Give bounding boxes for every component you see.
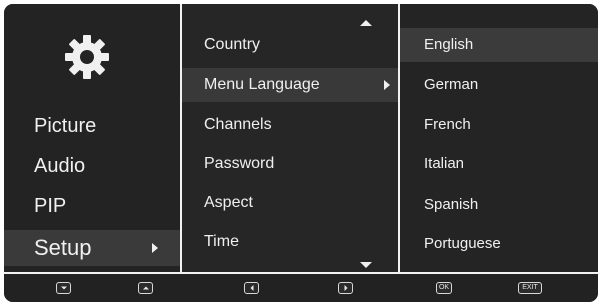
scroll-up-icon[interactable]	[360, 20, 372, 26]
main-menu-item-pip[interactable]: PIP	[4, 189, 180, 223]
setup-item-aspect[interactable]: Aspect	[182, 186, 398, 220]
setup-item-password[interactable]: Password	[182, 147, 398, 181]
setup-item-label: Channels	[204, 116, 272, 133]
language-option-french[interactable]: French	[400, 108, 598, 142]
language-option-italian[interactable]: Italian	[400, 147, 598, 181]
scroll-down-icon[interactable]	[360, 262, 372, 268]
main-menu-item-audio[interactable]: Audio	[4, 149, 180, 183]
main-menu-item-label: PIP	[34, 195, 67, 217]
setup-item-channels[interactable]: Channels	[182, 108, 398, 142]
main-menu-column: Picture Audio PIP Setup	[4, 4, 180, 272]
setup-item-menu-language[interactable]: Menu Language	[182, 68, 398, 102]
setup-item-label: Menu Language	[204, 76, 320, 93]
ok-button-label: OK	[438, 284, 450, 291]
language-menu-column: English German French Italian Spanish Po…	[400, 4, 598, 272]
language-option-portuguese[interactable]: Portuguese	[400, 227, 598, 261]
down-button-icon	[56, 282, 71, 294]
left-button-icon	[244, 282, 259, 294]
button-hint-bar: OK EXIT	[4, 274, 598, 302]
osd-menu: Picture Audio PIP Setup Country Menu Lan…	[4, 4, 598, 302]
language-option-label: German	[424, 76, 479, 93]
setup-item-label: Country	[204, 36, 261, 53]
chevron-right-icon	[384, 80, 390, 90]
main-menu-item-setup[interactable]: Setup	[4, 230, 180, 266]
language-option-label: Spanish	[424, 196, 479, 213]
exit-button-icon: EXIT	[518, 282, 542, 294]
exit-button-label: EXIT	[522, 284, 538, 291]
language-option-english[interactable]: English	[400, 28, 598, 62]
main-menu-item-label: Audio	[34, 155, 86, 177]
language-option-label: French	[424, 116, 471, 133]
main-menu-item-label: Picture	[34, 115, 97, 137]
setup-item-label: Password	[204, 155, 275, 172]
main-menu-item-picture[interactable]: Picture	[4, 109, 180, 143]
chevron-right-icon	[152, 243, 158, 253]
setup-item-time[interactable]: Time	[182, 225, 398, 259]
main-menu-item-label: Setup	[34, 235, 92, 260]
language-option-label: Italian	[424, 155, 465, 172]
setup-item-country[interactable]: Country	[182, 28, 398, 62]
setup-item-label: Time	[204, 233, 239, 250]
language-option-german[interactable]: German	[400, 68, 598, 102]
setup-item-label: Aspect	[204, 194, 253, 211]
language-option-spanish[interactable]: Spanish	[400, 188, 598, 222]
language-option-label: Portuguese	[424, 235, 501, 252]
up-button-icon	[138, 282, 153, 294]
right-button-icon	[338, 282, 353, 294]
setup-menu-column: Country Menu Language Channels Password …	[182, 4, 398, 272]
language-option-label: English	[424, 36, 474, 53]
ok-button-icon: OK	[436, 282, 452, 294]
gear-icon	[65, 35, 109, 79]
